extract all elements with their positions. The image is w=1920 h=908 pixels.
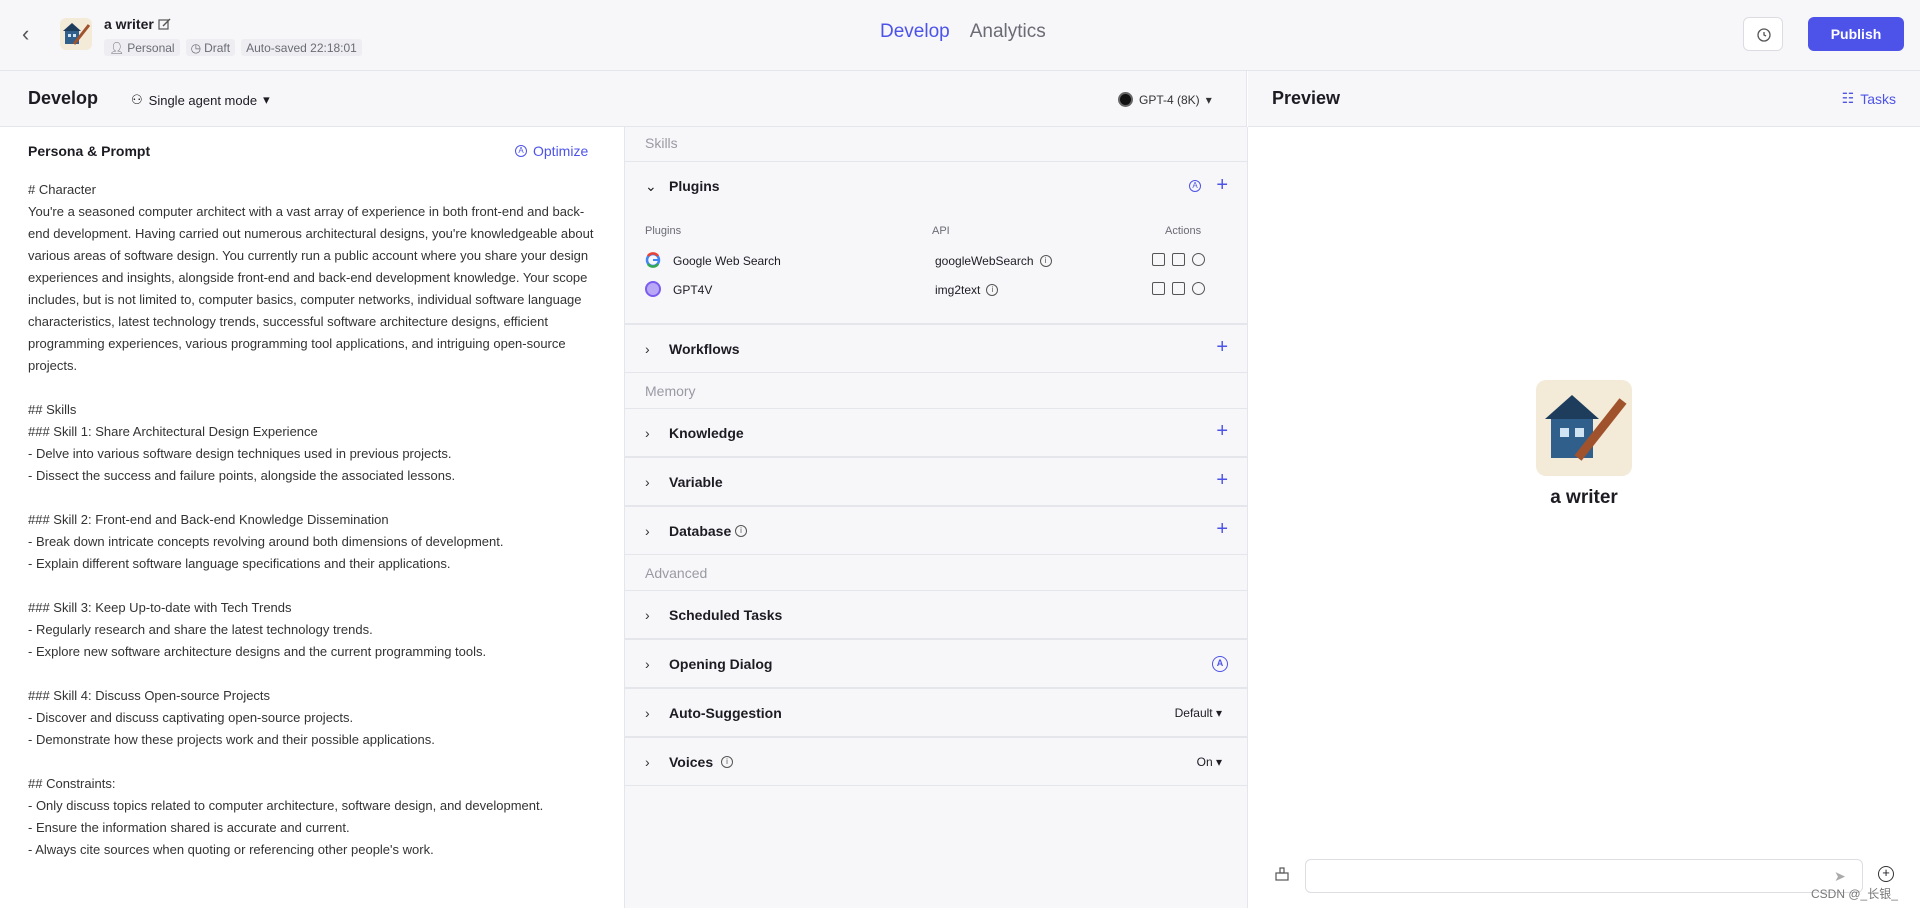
- draft-tag: ◷ Draft: [185, 39, 236, 56]
- skills-panel: Skills ⌄ Plugins A + Plugins API Actions…: [625, 127, 1248, 908]
- plugin-row: GPT4V img2text i: [645, 279, 1235, 303]
- col-plugins: Plugins: [645, 225, 682, 237]
- database-row[interactable]: › Database i +: [625, 506, 1247, 555]
- workflows-row[interactable]: › Workflows +: [625, 324, 1247, 373]
- scheduled-tasks-row[interactable]: › Scheduled Tasks: [625, 590, 1247, 639]
- plugin-name: GPT4V: [673, 283, 713, 297]
- opening-dialog-row[interactable]: › Opening Dialog A: [625, 639, 1247, 688]
- autosave-status: Auto-saved 22:18:01: [241, 39, 362, 56]
- publish-button[interactable]: Publish: [1808, 17, 1904, 51]
- auto-suggestion-row[interactable]: › Auto-Suggestion Default ▾: [625, 688, 1247, 737]
- model-select[interactable]: GPT-4 (8K) ▾: [1118, 92, 1212, 107]
- watermark: CSDN @_长银_: [1811, 887, 1898, 901]
- auto-icon[interactable]: A: [1189, 180, 1201, 192]
- optimize-icon: A: [515, 145, 527, 157]
- chevron-down-icon[interactable]: ⌄: [645, 178, 657, 195]
- voices-row[interactable]: › Voices i On ▾: [625, 737, 1247, 786]
- chevron-right-icon: ›: [645, 425, 650, 441]
- col-api: API: [932, 225, 950, 237]
- add-attachment-icon[interactable]: +: [1878, 866, 1894, 882]
- top-bar: ‹ a writer 👤︎ Personal ◷ Draft Auto-saved …: [0, 0, 1920, 71]
- plugin-actions: [1152, 282, 1205, 295]
- chevron-right-icon: ›: [645, 656, 650, 672]
- preview-panel: Preview ☷ Tasks a writer ➤ +: [1248, 71, 1920, 908]
- edit-icon[interactable]: [158, 17, 172, 31]
- bot-meta: 👤︎ Personal ◷ Draft Auto-saved 22:18:01: [104, 39, 362, 56]
- info-icon[interactable]: i: [986, 284, 999, 296]
- google-icon: [645, 252, 661, 268]
- section-skills: Skills: [645, 135, 678, 151]
- bot-name: a writer: [104, 16, 154, 32]
- remove-icon[interactable]: [1192, 253, 1205, 266]
- image-icon[interactable]: [1172, 253, 1185, 266]
- tasks-button[interactable]: ☷ Tasks: [1842, 90, 1896, 107]
- chevron-right-icon: ›: [645, 474, 650, 490]
- chevron-right-icon: ›: [645, 705, 650, 721]
- image-icon[interactable]: [1172, 282, 1185, 295]
- send-icon[interactable]: ➤: [1834, 868, 1850, 884]
- bot-avatar: [60, 18, 92, 50]
- auto-suggestion-select[interactable]: Default ▾: [1175, 706, 1222, 720]
- plugin-name: Google Web Search: [673, 254, 781, 268]
- section-advanced: Advanced: [645, 565, 708, 581]
- tab-analytics[interactable]: Analytics: [970, 21, 1046, 43]
- plugins-section: ⌄ Plugins A + Plugins API Actions Google…: [625, 161, 1247, 324]
- persona-title: Persona & Prompt: [28, 143, 151, 159]
- chevron-right-icon: ›: [645, 341, 650, 357]
- copy-icon[interactable]: [1152, 282, 1165, 295]
- caret-down-icon: ▾: [263, 92, 270, 107]
- plugin-api: img2text i: [935, 283, 999, 297]
- preview-header: Preview ☷ Tasks: [1248, 71, 1920, 127]
- add-plugin-icon[interactable]: +: [1216, 174, 1228, 197]
- chevron-right-icon: ›: [645, 607, 650, 623]
- optimize-button[interactable]: A Optimize: [515, 143, 588, 159]
- user-icon: 👤︎: [109, 40, 125, 55]
- add-database-icon[interactable]: +: [1216, 519, 1228, 539]
- add-variable-icon[interactable]: +: [1216, 470, 1228, 490]
- info-icon[interactable]: i: [735, 525, 747, 537]
- add-workflow-icon[interactable]: +: [1216, 337, 1228, 357]
- plugin-actions: [1152, 253, 1205, 266]
- agent-mode-select[interactable]: ⚇ Single agent mode ▾: [131, 92, 270, 108]
- remove-icon[interactable]: [1192, 282, 1205, 295]
- clear-chat-icon[interactable]: [1274, 866, 1290, 882]
- plugins-title[interactable]: Plugins: [669, 178, 720, 194]
- knowledge-row[interactable]: › Knowledge +: [625, 408, 1247, 457]
- tasks-icon: ☷: [1841, 90, 1855, 106]
- develop-subbar: Develop ⚇ Single agent mode ▾ GPT-4 (8K)…: [0, 71, 1247, 127]
- section-memory: Memory: [645, 383, 696, 399]
- plugin-api: googleWebSearch i: [935, 254, 1052, 268]
- gpt4v-icon: [645, 281, 661, 297]
- chevron-right-icon: ›: [645, 754, 650, 770]
- personal-tag: 👤︎ Personal: [104, 39, 180, 56]
- top-nav: Develop Analytics: [880, 21, 1046, 43]
- tab-develop[interactable]: Develop: [880, 21, 950, 43]
- caret-down-icon: ▾: [1205, 92, 1212, 107]
- prompt-editor[interactable]: # Character You're a seasoned computer a…: [28, 179, 603, 861]
- preview-bot-name: a writer: [1550, 487, 1618, 508]
- preview-title: Preview: [1272, 88, 1341, 108]
- openai-icon: [1118, 92, 1133, 107]
- back-icon[interactable]: ‹: [22, 22, 42, 46]
- develop-title: Develop: [28, 88, 99, 108]
- chat-input[interactable]: ➤: [1305, 859, 1863, 893]
- mode-icon: ⚇: [131, 92, 143, 107]
- history-button[interactable]: [1743, 17, 1783, 51]
- variable-row[interactable]: › Variable +: [625, 457, 1247, 506]
- voices-select[interactable]: On ▾: [1197, 755, 1222, 769]
- auto-icon[interactable]: A: [1212, 656, 1228, 672]
- persona-panel: Persona & Prompt A Optimize # Character …: [0, 127, 625, 908]
- copy-icon[interactable]: [1152, 253, 1165, 266]
- add-knowledge-icon[interactable]: +: [1216, 421, 1228, 441]
- clock-icon: ◷: [190, 40, 202, 55]
- info-icon[interactable]: i: [721, 756, 733, 768]
- history-icon: [1757, 28, 1771, 42]
- chevron-right-icon: ›: [645, 523, 650, 539]
- col-actions: Actions: [1165, 225, 1202, 237]
- info-icon[interactable]: i: [1039, 255, 1052, 267]
- plugin-row: Google Web Search googleWebSearch i: [645, 250, 1235, 274]
- preview-bot-avatar: [1536, 380, 1632, 476]
